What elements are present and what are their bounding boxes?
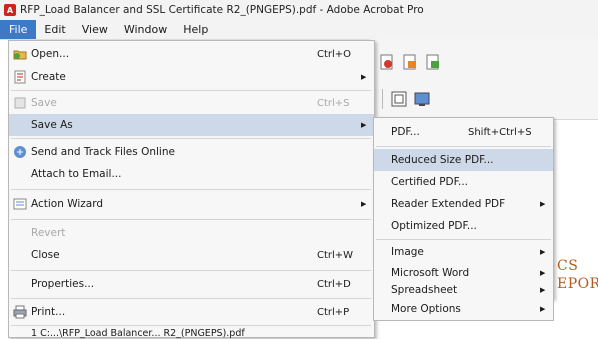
menu-file[interactable]: File [0,20,37,39]
toolbar [370,39,598,120]
submenu-arrow-icon: ▶ [361,121,367,129]
open-folder-icon [13,47,27,61]
menu-item-recent-file[interactable]: 1 C:...\RFP_Load Balancer... R2_(PNGEPS)… [9,327,374,339]
window-title: RFP_Load Balancer and SSL Certificate R2… [20,4,424,16]
submenu-item-spreadsheet[interactable]: Spreadsheet ▶ [374,283,553,297]
menu-item-action-wizard[interactable]: Action Wizard ▶ [9,193,374,215]
pdf-export-icon[interactable] [378,53,396,71]
submenu-arrow-icon: ▶ [361,73,367,81]
submenu-item-more-options[interactable]: More Options ▶ [373,298,554,321]
submenu-arrow-icon: ▶ [361,200,367,208]
menu-separator [11,189,371,190]
submenu-item-pdf[interactable]: PDF... Shift+Ctrl+S [374,121,553,143]
submenu-item-reader-extended-pdf[interactable]: Reader Extended PDF ▶ [374,193,553,215]
submenu-item-certified-pdf[interactable]: Certified PDF... [374,171,553,193]
full-screen-icon[interactable] [413,90,431,108]
menu-separator [11,219,371,220]
toolbar-separator [382,89,383,109]
document-text-fragment: CS [557,258,579,274]
document-green-icon[interactable] [424,53,442,71]
menu-item-open[interactable]: Open... Ctrl+O [9,43,374,65]
submenu-arrow-icon: ▶ [540,286,546,294]
menu-help[interactable]: Help [175,20,216,39]
menu-item-close[interactable]: Close Ctrl+W [9,244,374,266]
menu-view[interactable]: View [74,20,116,39]
submenu-item-image[interactable]: Image ▶ [374,241,553,263]
menu-item-print[interactable]: Print... Ctrl+P [9,301,374,323]
submenu-item-optimized-pdf[interactable]: Optimized PDF... [374,215,553,237]
menu-item-attach-email[interactable]: Attach to Email... [9,163,374,185]
menu-separator [11,138,371,139]
submenu-item-microsoft-word[interactable]: Microsoft Word ▶ [374,262,553,284]
menu-item-properties[interactable]: Properties... Ctrl+D [9,273,374,295]
submenu-arrow-icon: ▶ [540,305,546,313]
document-text-fragment: EPOR [557,276,598,292]
menu-edit[interactable]: Edit [36,20,73,39]
send-track-icon [13,145,27,159]
document-orange-icon[interactable] [401,53,419,71]
file-menu: Open... Ctrl+O Create ▶ Save Ctrl+S Save… [8,40,375,339]
submenu-arrow-icon: ▶ [540,200,546,208]
create-pdf-icon [13,70,27,84]
fit-page-icon[interactable] [390,90,408,108]
menu-separator [11,270,371,271]
menu-item-revert: Revert [31,227,66,239]
submenu-item-reduced-size-pdf[interactable]: Reduced Size PDF... [374,149,553,171]
title-bar: A RFP_Load Balancer and SSL Certificate … [0,0,598,20]
save-as-submenu: PDF... Shift+Ctrl+S Reduced Size PDF... … [373,117,554,299]
action-wizard-icon [13,197,27,211]
menu-separator [376,239,551,240]
submenu-arrow-icon: ▶ [540,269,546,277]
printer-icon [13,305,27,319]
menu-item-create[interactable]: Create ▶ [9,66,374,88]
menu-item-save-as[interactable]: Save As ▶ [9,114,374,136]
menu-window[interactable]: Window [116,20,175,39]
menu-item-save: Save Ctrl+S [9,92,374,114]
menu-separator [11,298,371,299]
menu-item-send-track[interactable]: Send and Track Files Online [9,141,374,163]
submenu-arrow-icon: ▶ [540,248,546,256]
menu-bar: File Edit View Window Help [0,20,598,40]
save-icon [13,96,27,110]
menu-separator [11,325,371,326]
menu-separator [376,146,551,147]
acrobat-app-icon: A [4,4,16,16]
menu-separator [11,90,371,91]
